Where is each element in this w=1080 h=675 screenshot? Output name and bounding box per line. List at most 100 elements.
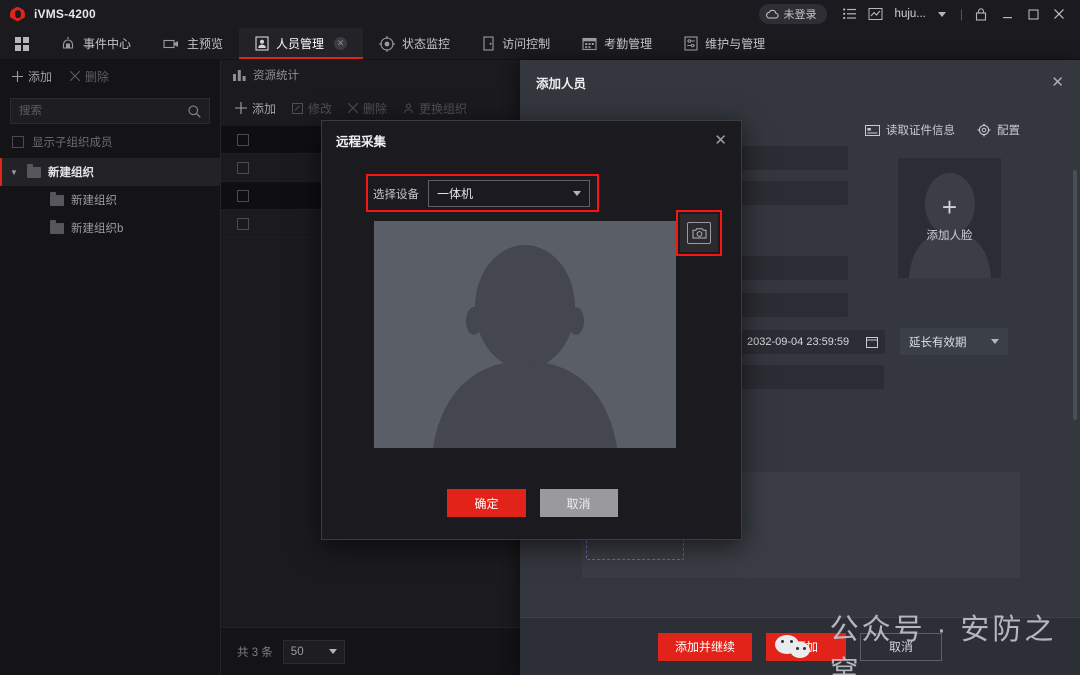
tab-access-control[interactable]: 访问控制 xyxy=(466,28,566,59)
add-and-continue-button[interactable]: 添加并继续 xyxy=(657,632,752,661)
tree-item-child-2[interactable]: 新建组织b xyxy=(0,214,220,242)
read-id-card-button[interactable]: 读取证件信息 xyxy=(865,122,955,138)
extend-validity-value: 延长有效期 xyxy=(909,336,967,349)
tab-label: 维护与管理 xyxy=(705,37,766,51)
tab-label: 主预览 xyxy=(187,37,224,51)
row-checkbox[interactable] xyxy=(237,161,249,174)
config-label: 配置 xyxy=(997,125,1020,137)
tab-maintenance[interactable]: 维护与管理 xyxy=(668,28,781,59)
alarm-icon xyxy=(60,36,76,51)
highlight-box-capture-button xyxy=(676,210,722,256)
list-edit-button[interactable]: 修改 xyxy=(292,100,332,117)
folder-icon xyxy=(50,191,64,206)
list-change-org-button[interactable]: 更换组织 xyxy=(403,100,467,117)
search-icon[interactable] xyxy=(188,104,201,118)
tree-item-root[interactable]: ▼ 新建组织 xyxy=(0,158,220,186)
chevron-down-icon[interactable] xyxy=(929,3,955,25)
tree-item-child-1[interactable]: 新建组织 xyxy=(0,186,220,214)
edit-icon xyxy=(292,102,304,114)
add-button[interactable]: 添加 xyxy=(765,632,846,661)
show-sub-members-checkbox[interactable]: 显示子组织成员 xyxy=(0,124,220,158)
dialog-header: 远程采集 ✕ xyxy=(322,121,741,159)
sidebar-add-label: 添加 xyxy=(28,69,53,84)
tab-attendance[interactable]: 考勤管理 xyxy=(566,28,668,59)
list-add-button[interactable]: 添加 xyxy=(235,100,276,117)
tab-event-center[interactable]: 事件中心 xyxy=(44,28,147,59)
page-size-select[interactable]: 50 xyxy=(282,639,345,664)
config-button[interactable]: 配置 xyxy=(977,122,1020,138)
highlight-box-device-select xyxy=(366,174,599,212)
navigation-tabs: 事件中心 主预览 人员管理 ✕ 状态监控 访问控制 考勤管理 维护与管理 xyxy=(0,28,1080,60)
form-field-3[interactable] xyxy=(742,256,848,280)
form-field-5[interactable] xyxy=(742,365,884,389)
tab-label: 事件中心 xyxy=(83,37,132,51)
add-face-box[interactable]: + 添加人脸 xyxy=(898,158,1001,278)
total-count-label: 共 3 条 xyxy=(237,646,273,659)
calendar-icon[interactable] xyxy=(866,336,878,348)
resource-statistics-label: 资源统计 xyxy=(253,70,299,82)
cloud-login-status[interactable]: 未登录 xyxy=(758,4,827,24)
id-card-icon xyxy=(865,124,880,136)
chevron-down-icon xyxy=(991,339,999,344)
close-icon[interactable]: ✕ xyxy=(1051,75,1064,90)
expiry-date-value: 2032-09-04 23:59:59 xyxy=(747,336,850,348)
user-name-label[interactable]: huju... xyxy=(889,8,929,20)
cloud-icon xyxy=(765,9,779,19)
target-icon xyxy=(379,35,396,52)
folder-icon xyxy=(27,163,41,178)
add-person-header: 添加人员 ✕ xyxy=(520,60,1080,104)
row-checkbox[interactable] xyxy=(237,133,249,146)
close-icon[interactable] xyxy=(1046,3,1072,25)
search-input[interactable] xyxy=(19,105,188,117)
sidebar-delete-button[interactable]: 删除 xyxy=(70,68,109,85)
lock-icon[interactable] xyxy=(968,3,994,25)
title-bar: iVMS-4200 未登录 huju... | xyxy=(0,0,1080,28)
tab-label: 访问控制 xyxy=(502,37,551,51)
list-icon[interactable] xyxy=(837,3,863,25)
tools-icon xyxy=(684,36,698,51)
sidebar-add-button[interactable]: 添加 xyxy=(12,68,52,85)
row-checkbox[interactable] xyxy=(237,217,249,230)
form-field-2[interactable] xyxy=(742,181,848,205)
form-field-4[interactable] xyxy=(742,293,848,317)
expiry-date-field[interactable]: 2032-09-04 23:59:59 xyxy=(740,330,885,354)
cloud-status-label: 未登录 xyxy=(783,9,817,21)
organization-sidebar: 添加 删除 显示子组织成员 ▼ 新建组织 新建组织 新建组织b xyxy=(0,60,221,675)
confirm-button[interactable]: 确定 xyxy=(447,489,526,517)
tab-main-preview[interactable]: 主预览 xyxy=(147,28,239,59)
list-change-org-label: 更换组织 xyxy=(419,101,468,116)
tab-person-management[interactable]: 人员管理 ✕ xyxy=(239,28,364,59)
camera-icon xyxy=(163,38,180,50)
resource-statistics-header[interactable]: 资源统计 xyxy=(221,60,520,90)
add-face-label: 添加人脸 xyxy=(926,229,973,242)
bar-chart-icon xyxy=(233,70,246,81)
tab-label: 考勤管理 xyxy=(604,37,653,51)
panel-scrollbar[interactable] xyxy=(1073,170,1077,420)
search-box[interactable] xyxy=(10,98,210,124)
door-icon xyxy=(482,36,495,51)
cancel-button[interactable]: 取消 xyxy=(860,632,943,661)
maximize-icon[interactable] xyxy=(1020,3,1046,25)
chart-icon[interactable] xyxy=(863,3,889,25)
minimize-icon[interactable] xyxy=(994,3,1020,25)
read-id-card-label: 读取证件信息 xyxy=(886,125,955,137)
chevron-down-icon xyxy=(328,649,337,654)
sidebar-toolbar: 添加 删除 xyxy=(0,60,220,92)
add-person-footer: 添加并继续 添加 取消 xyxy=(520,617,1080,675)
close-icon[interactable]: ✕ xyxy=(714,133,727,148)
row-checkbox[interactable] xyxy=(237,189,249,202)
apps-grid-icon[interactable] xyxy=(0,28,44,59)
show-sub-members-label: 显示子组织成员 xyxy=(32,137,113,149)
tab-close-icon[interactable]: ✕ xyxy=(334,37,348,50)
extend-validity-select[interactable]: 延长有效期 xyxy=(900,328,1008,355)
checkbox-box xyxy=(12,136,24,148)
dialog-footer: 确定 取消 xyxy=(322,489,743,517)
dialog-cancel-button[interactable]: 取消 xyxy=(539,489,618,517)
list-delete-label: 删除 xyxy=(363,101,388,116)
plus-icon xyxy=(12,70,23,82)
list-delete-button[interactable]: 删除 xyxy=(348,100,387,117)
form-field-1[interactable] xyxy=(742,146,848,170)
tab-status-monitor[interactable]: 状态监控 xyxy=(363,28,466,59)
list-status-bar: 共 3 条 50 xyxy=(221,627,520,675)
chevron-down-icon[interactable]: ▼ xyxy=(8,168,20,177)
